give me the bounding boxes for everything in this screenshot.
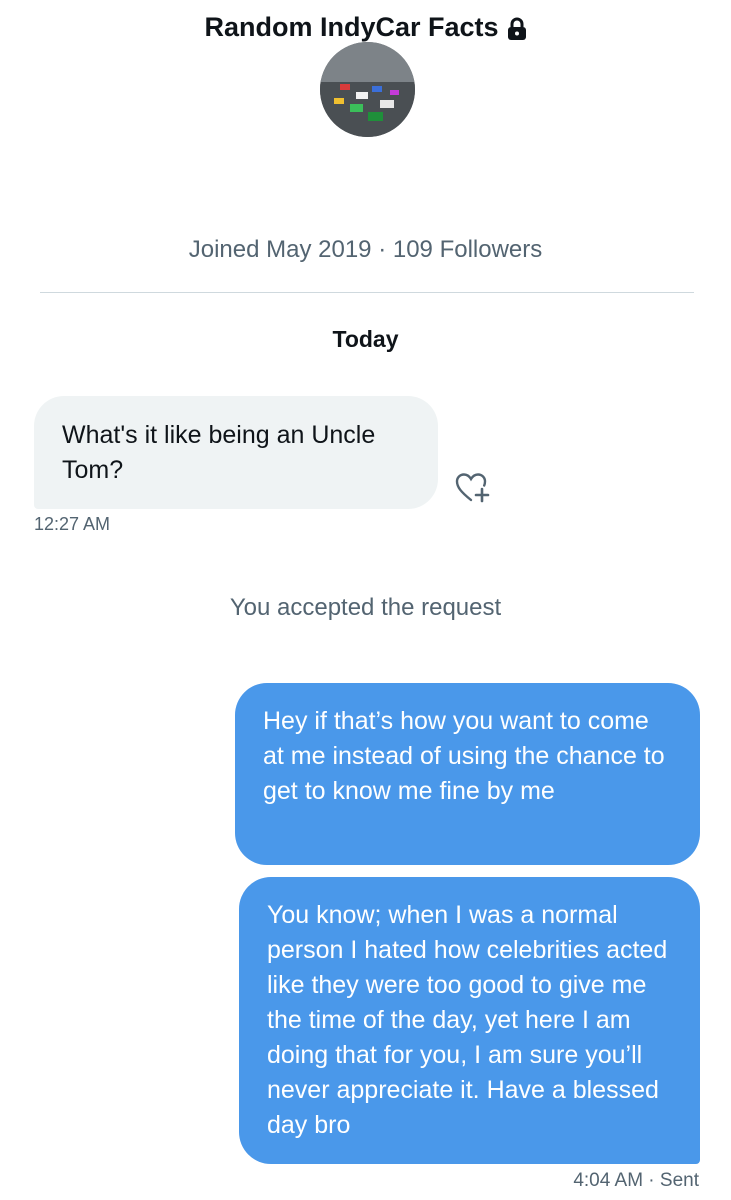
incoming-message-time: 12:27 AM — [34, 514, 111, 534]
lock-icon — [507, 17, 527, 41]
incoming-message-bubble[interactable]: What's it like being an Uncle Tom? — [34, 396, 438, 509]
outgoing-message-status: 4:04 AM · Sent — [573, 1170, 699, 1191]
conversation-header[interactable]: Random IndyCar Facts — [0, 12, 731, 43]
outgoing-message-text: Hey if that’s how you want to come at me… — [263, 707, 665, 805]
day-separator: Today — [332, 326, 399, 352]
avatar[interactable] — [320, 42, 415, 137]
outgoing-message-text: You know; when I was a normal person I h… — [267, 901, 668, 1139]
incoming-message-text: What's it like being an Uncle Tom? — [62, 421, 376, 484]
outgoing-message-bubble[interactable]: Hey if that’s how you want to come at me… — [235, 683, 700, 865]
profile-joined-followers: Joined May 2019 · 109 Followers — [188, 236, 543, 263]
system-message: You accepted the request — [229, 594, 502, 621]
divider — [40, 292, 694, 293]
dm-conversation-screen: Random IndyCar Facts Joined May 2019 · 1… — [0, 0, 731, 1200]
heart-plus-icon[interactable] — [455, 472, 491, 504]
account-name: Random IndyCar Facts — [204, 12, 499, 42]
outgoing-message-bubble[interactable]: You know; when I was a normal person I h… — [239, 877, 700, 1164]
